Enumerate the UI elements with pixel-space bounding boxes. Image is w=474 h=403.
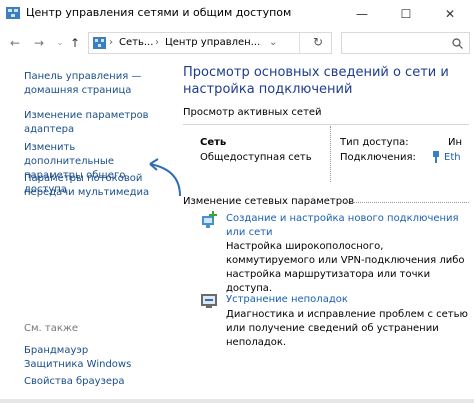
access-type-value: Ин [448,137,463,148]
page-title: Просмотр основных сведений о сети и наст… [183,65,449,97]
forward-button[interactable]: → [30,34,48,52]
annotation-arrow-icon [149,158,181,197]
up-button[interactable]: ↑ [66,34,84,52]
refresh-icon[interactable]: ↻ [313,35,323,49]
address-divider [299,33,300,53]
close-button[interactable]: ✕ [428,0,472,28]
troubleshoot-icon [201,294,217,308]
sidebar-item-streaming[interactable]: Параметры потоковой передачи мультимедиа [24,172,159,200]
new-connection-description: Настройка широкополосного, коммутируемог… [226,241,465,294]
window-title: Центр управления сетями и общим доступом [26,6,292,19]
address-bar[interactable]: › Сеть... › Центр управлен... ⌄ ↻ [88,32,332,54]
address-dropdown-icon[interactable]: ⌄ [269,37,277,48]
active-networks-heading: Просмотр активных сетей [183,107,322,118]
breadcrumb-network[interactable]: Сеть... [119,37,153,48]
divider [330,126,331,182]
status-strip [0,399,474,403]
divider [345,202,469,203]
connection-link[interactable]: Eth [444,152,461,163]
see-also-heading: См. также [24,323,79,334]
title-bar: Центр управления сетями и общим доступом… [0,0,474,28]
address-row: ← → ⌄ ↑ › Сеть... › Центр управлен... ⌄ … [0,28,474,58]
back-button[interactable]: ← [6,34,24,52]
connections-label: Подключения: [340,152,416,163]
new-connection-icon [202,211,217,228]
breadcrumb-sep-icon: › [109,37,113,48]
search-input[interactable] [341,32,470,54]
change-settings-heading: Изменение сетевых параметров [183,196,355,207]
new-connection-link[interactable]: Создание и настройка нового подключения … [226,212,466,240]
minimize-button[interactable]: — [340,0,384,28]
network-center-icon [6,7,20,19]
network-name: Сеть [200,137,227,148]
breadcrumb-center[interactable]: Центр управлен... [165,37,260,48]
sidebar-item-home[interactable]: Панель управления — домашняя страница [24,70,144,98]
search-icon[interactable] [452,38,463,49]
network-type: Общедоступная сеть [200,152,312,163]
maximize-button[interactable]: ☐ [384,0,428,28]
access-type-label: Тип доступа: [340,137,409,148]
sidebar-item-adapter[interactable]: Изменение параметров адаптера [24,109,149,137]
divider [183,124,469,125]
troubleshoot-description: Диагностика и исправление проблем с сеть… [226,309,468,348]
troubleshoot-link[interactable]: Устранение неполадок [226,293,466,307]
sidebar-item-browser-props[interactable]: Свойства браузера [24,375,125,389]
sidebar-item-firewall[interactable]: Брандмауэр Защитника Windows [24,344,144,372]
ethernet-icon [433,151,439,163]
network-location-icon [93,37,106,49]
breadcrumb-sep-icon: › [155,37,159,48]
